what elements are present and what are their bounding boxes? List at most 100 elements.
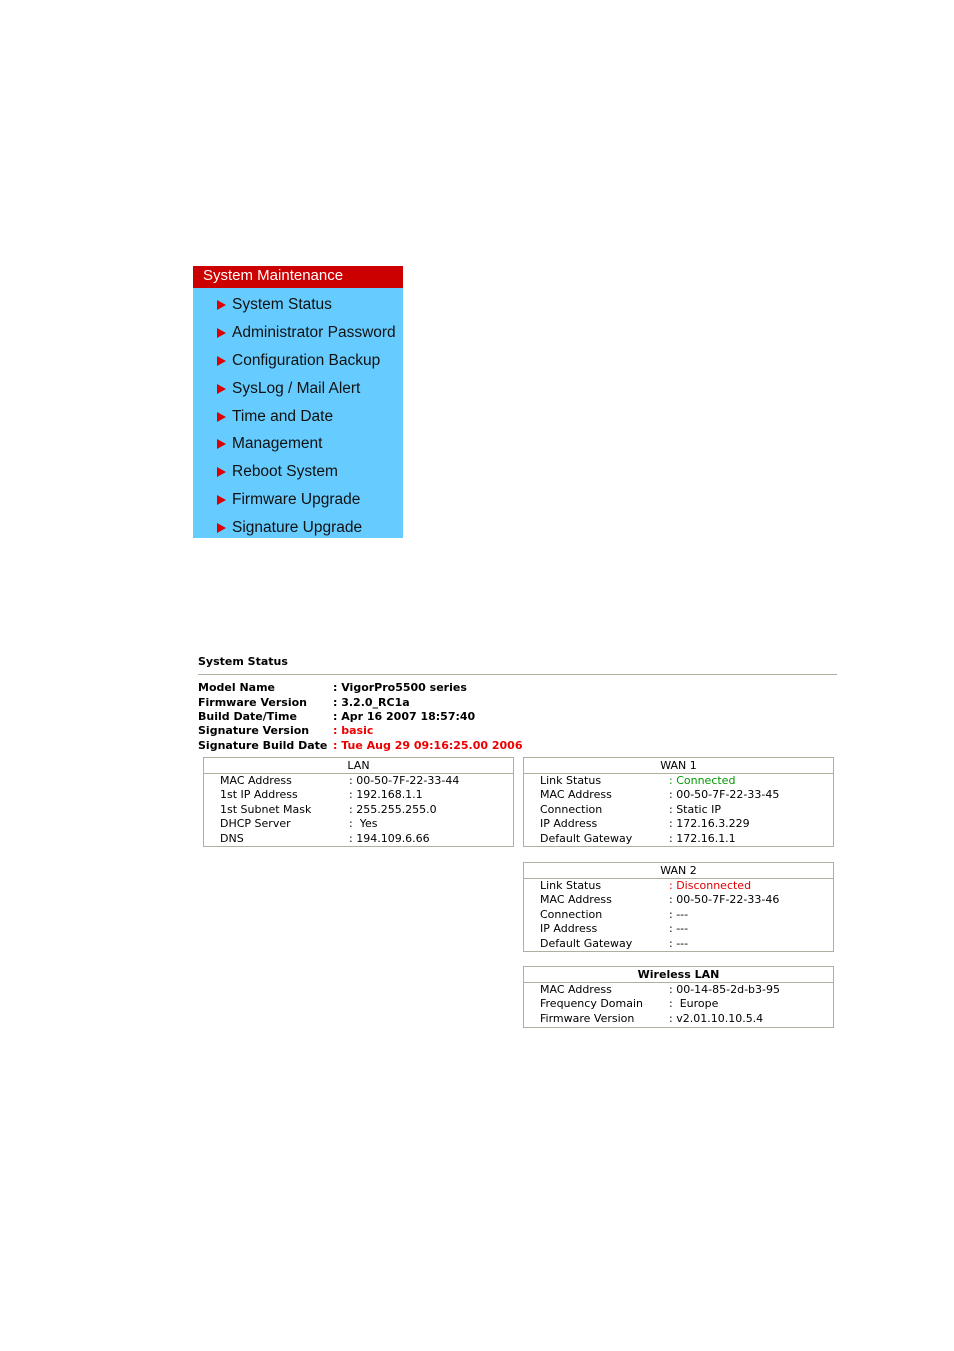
triangle-right-icon <box>217 523 226 534</box>
menu-item-label: Time and Date <box>232 407 334 425</box>
info-value: : Apr 16 2007 18:57:40 <box>333 709 476 723</box>
info-label: Build Date/Time <box>198 709 297 723</box>
box-row: DHCP Server : Yes <box>204 817 513 831</box>
info-label: Signature Build Date <box>198 738 328 752</box>
menu-item-label: Management <box>232 435 323 453</box>
row-label: Link Status <box>540 879 602 892</box>
row-value: : 00-14-85-2d-b3-95 <box>669 983 780 996</box>
page-title: System Status <box>198 655 288 668</box>
menu-item-label: Firmware Upgrade <box>232 491 361 509</box>
box-row: Connection : --- <box>524 908 833 922</box>
system-status-panel: System Status Model Name : VigorPro5500 s… <box>198 654 837 753</box>
menu-item-signature-upgrade[interactable]: Signature Upgrade <box>193 514 403 542</box>
row-label: IP Address <box>540 922 598 936</box>
triangle-right-icon <box>217 299 226 310</box>
box-row: Default Gateway : --- <box>524 937 833 951</box>
info-row-build-date: Build Date/Time : Apr 16 2007 18:57:40 <box>198 710 522 724</box>
menu-item-label: Configuration Backup <box>232 351 381 369</box>
wan1-box: WAN 1 Link Status : Connected MAC Address… <box>523 757 834 847</box>
row-label: DHCP Server <box>220 817 291 831</box>
lan-box: LAN MAC Address : 00-50-7F-22-33-44 1st I… <box>203 757 514 847</box>
row-value: : 172.16.3.229 <box>669 817 750 831</box>
menu-item-syslog-mail-alert[interactable]: SysLog / Mail Alert <box>193 375 403 403</box>
triangle-right-icon <box>217 439 226 450</box>
triangle-right-icon <box>217 467 226 478</box>
menu-item-time-and-date[interactable]: Time and Date <box>193 403 403 431</box>
menu-item-label: SysLog / Mail Alert <box>232 379 361 397</box>
info-label: Model Name <box>198 681 275 695</box>
row-value: : --- <box>669 907 689 921</box>
triangle-right-icon <box>217 411 226 422</box>
row-label: MAC Address <box>540 983 612 996</box>
box-row: Link Status : Connected <box>524 774 833 788</box>
box-row: Frequency Domain : Europe <box>524 997 833 1011</box>
box-row: IP Address: --- <box>524 922 833 936</box>
row-label: Connection <box>540 907 603 921</box>
box-row: IP Address : 172.16.3.229 <box>524 817 833 831</box>
row-label: DNS <box>220 831 244 845</box>
info-value: : Tue Aug 29 09:16:25.00 2006 <box>333 738 523 752</box>
info-value: : basic <box>333 724 374 738</box>
row-value: : Yes <box>349 817 378 831</box>
box-row: Firmware Version: v2.01.10.10.5.4 <box>524 1012 833 1026</box>
title-divider <box>198 674 837 675</box>
menu-item-label: System Status <box>232 295 332 313</box>
info-row-model-name: Model Name : VigorPro5500 series <box>198 681 522 695</box>
wireless-lan-box: Wireless LAN MAC Address : 00-14-85-2d-b3… <box>523 966 834 1028</box>
row-value: : 192.168.1.1 <box>349 788 423 802</box>
menu-item-reboot-system[interactable]: Reboot System <box>193 458 403 486</box>
system-maintenance-menu: System Maintenance System Status Adminis… <box>193 266 403 538</box>
box-title: WAN 2 <box>524 863 833 879</box>
menu-item-management[interactable]: Management <box>193 430 403 458</box>
row-value: : 255.255.255.0 <box>349 802 437 816</box>
row-label: Default Gateway <box>540 831 633 845</box>
menu-item-system-status[interactable]: System Status <box>193 291 403 319</box>
triangle-right-icon <box>217 495 226 506</box>
row-label: MAC Address <box>220 774 292 787</box>
box-title: Wireless LAN <box>524 967 833 983</box>
box-row: MAC Address : 00-14-85-2d-b3-95 <box>524 983 833 997</box>
menu-item-firmware-upgrade[interactable]: Firmware Upgrade <box>193 486 403 514</box>
row-value: : 194.109.6.66 <box>349 831 430 845</box>
row-label: 1st Subnet Mask <box>220 802 312 816</box>
menu-header: System Maintenance <box>193 266 403 288</box>
row-value: : Static IP <box>669 802 722 816</box>
box-row: 1st Subnet Mask : 255.255.255.0 <box>204 803 513 817</box>
info-value: : VigorPro5500 series <box>333 681 467 695</box>
info-row-signature-build-date: Signature Build Date : Tue Aug 29 09:16:2… <box>198 739 522 753</box>
box-row: MAC Address : 00-50-7F-22-33-44 <box>204 774 513 788</box>
menu-item-configuration-backup[interactable]: Configuration Backup <box>193 347 403 375</box>
menu-item-label: Reboot System <box>232 463 338 481</box>
row-value: : --- <box>669 936 689 950</box>
triangle-right-icon <box>217 355 226 366</box>
menu-item-label: Administrator Password <box>232 323 396 341</box>
box-row: DNS : 194.109.6.66 <box>204 832 513 846</box>
row-label: Frequency Domain <box>540 997 644 1011</box>
row-label: MAC Address <box>540 788 612 802</box>
row-value: : 00-50-7F-22-33-45 <box>669 788 780 802</box>
row-label: Firmware Version <box>540 1011 635 1025</box>
info-label: Firmware Version <box>198 695 307 709</box>
menu-item-administrator-password[interactable]: Administrator Password <box>193 319 403 347</box>
box-title: LAN <box>204 758 513 774</box>
info-row-signature-version: Signature Version: basic <box>198 724 522 738</box>
box-row: Link Status : Disconnected <box>524 879 833 893</box>
link-status-disconnected: : Disconnected <box>669 879 752 892</box>
wan2-box: WAN 2 Link Status: Disconnected MAC Addr… <box>523 862 834 952</box>
row-label: Default Gateway <box>540 936 633 950</box>
system-info-table: Model Name : VigorPro5500 series Firmware… <box>198 681 522 753</box>
triangle-right-icon <box>217 383 226 394</box>
row-label: IP Address <box>540 817 598 831</box>
box-row: 1st IP Address: 192.168.1.1 <box>204 788 513 802</box>
triangle-right-icon <box>217 327 226 338</box>
row-value: : 00-50-7F-22-33-44 <box>349 774 460 787</box>
box-row: Default Gateway : 172.16.1.1 <box>524 832 833 846</box>
box-row: MAC Address : 00-50-7F-22-33-45 <box>524 788 833 802</box>
row-label: Connection <box>540 802 603 816</box>
info-row-firmware-version: Firmware Version: 3.2.0_RC1a <box>198 695 522 709</box>
row-value: : Europe <box>669 997 719 1011</box>
box-title: WAN 1 <box>524 758 833 774</box>
link-status-connected: : Connected <box>669 774 736 787</box>
row-value: : 172.16.1.1 <box>669 831 736 845</box>
row-label: Link Status <box>540 774 602 787</box>
